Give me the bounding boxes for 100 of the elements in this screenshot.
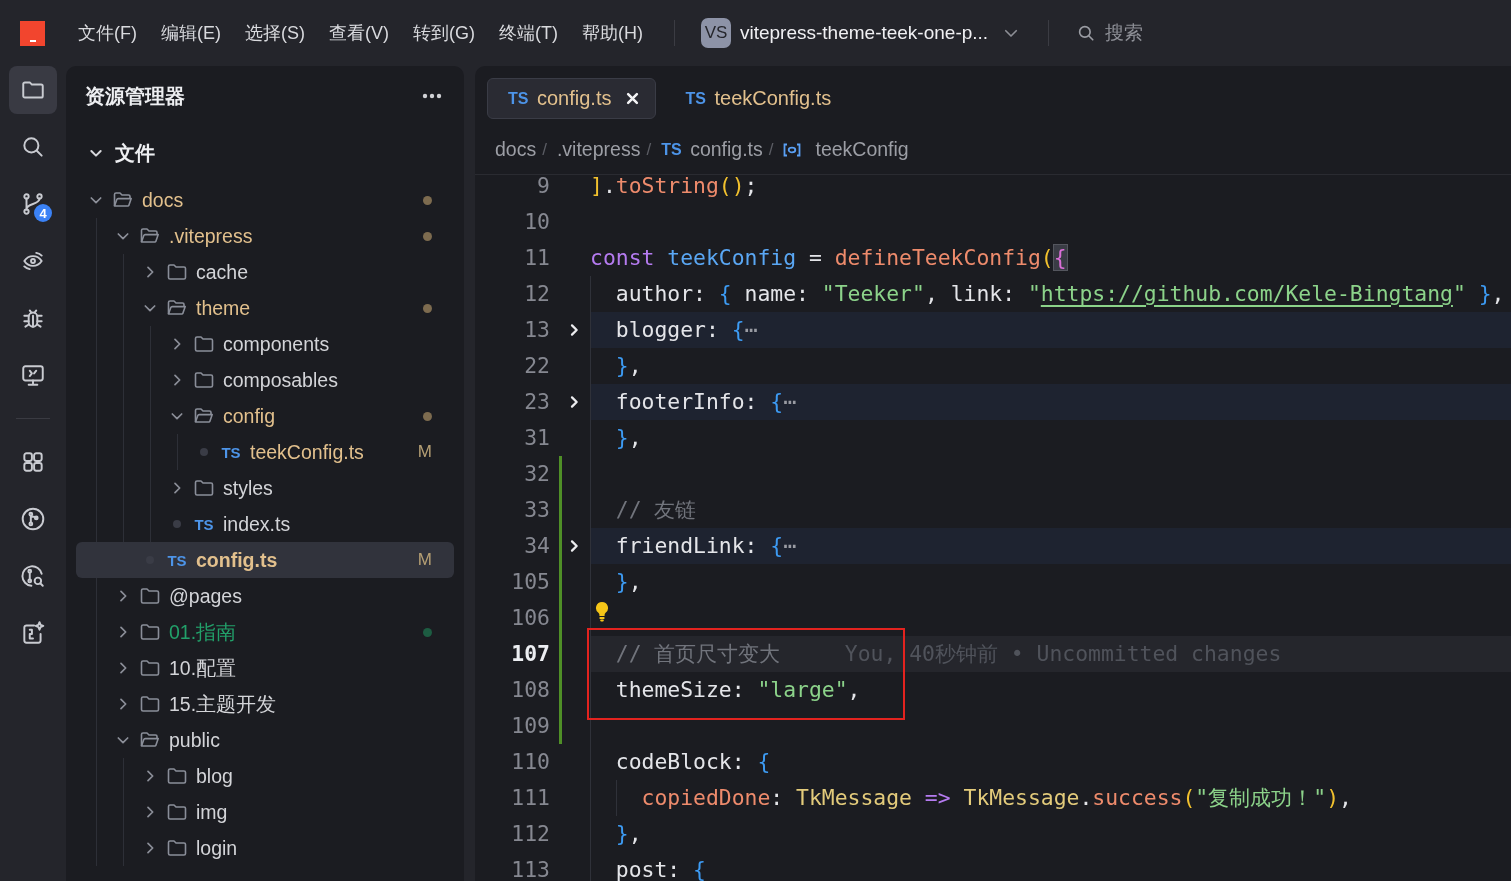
close-icon[interactable] bbox=[625, 91, 641, 106]
line-number: 9 bbox=[537, 175, 550, 197]
branch-icon bbox=[20, 191, 46, 217]
line-number: 22 bbox=[524, 355, 550, 377]
code-line: footerInfo: {⋯ bbox=[615, 391, 797, 413]
variable-symbol-icon bbox=[783, 142, 802, 157]
language-label: TS bbox=[167, 551, 187, 569]
tree-item[interactable]: 01.指南 bbox=[76, 614, 454, 650]
monitor-icon bbox=[20, 362, 46, 388]
app-logo-icon bbox=[20, 20, 45, 46]
tree-item[interactable]: 10.配置 bbox=[76, 650, 454, 686]
line-number: 31 bbox=[524, 427, 550, 449]
search-icon bbox=[20, 134, 46, 160]
line-number: 10 bbox=[524, 211, 550, 233]
activity-button[interactable]: 4 bbox=[9, 180, 57, 228]
tree-item[interactable]: TS index.ts bbox=[76, 506, 454, 542]
git-status-letter: M bbox=[417, 550, 432, 570]
line-number: 112 bbox=[511, 823, 550, 845]
line-number: 107 bbox=[511, 643, 550, 665]
breadcrumb-item[interactable]: config.ts bbox=[690, 138, 763, 161]
menu-item[interactable]: 查看(V) bbox=[329, 21, 389, 45]
line-number: 113 bbox=[511, 859, 550, 881]
lightbulb-icon[interactable] bbox=[595, 601, 609, 622]
language-label: TS bbox=[661, 140, 682, 159]
code-line: ].toString(); bbox=[590, 175, 758, 197]
line-number: 12 bbox=[524, 283, 550, 305]
line-number: 106 bbox=[511, 607, 550, 629]
code-line: }, bbox=[615, 823, 642, 845]
code-line: author: { name: "Teeker", link: "https://github.com/Kele-Bingtang" }, bbox=[615, 283, 1505, 305]
line-number: 23 bbox=[524, 391, 550, 413]
menu-item[interactable]: 编辑(E) bbox=[161, 21, 221, 45]
menu-item[interactable]: 转到(G) bbox=[413, 21, 475, 45]
dot-icon bbox=[173, 520, 181, 528]
breadcrumb-separator: / bbox=[542, 139, 547, 160]
breadcrumb-item[interactable]: docs bbox=[495, 138, 537, 161]
search-icon bbox=[1077, 24, 1096, 42]
line-number: 110 bbox=[511, 751, 550, 773]
language-label: TS bbox=[221, 443, 241, 461]
line-number: 34 bbox=[524, 535, 550, 557]
tree-item[interactable]: 15.主题开发 bbox=[76, 686, 454, 722]
search-field[interactable]: 搜索 bbox=[1105, 22, 1196, 44]
code-line: friendLink: {⋯ bbox=[615, 535, 797, 557]
tree-item[interactable]: composables bbox=[76, 362, 454, 398]
code-line: blogger: {⋯ bbox=[615, 319, 758, 341]
line-number: 108 bbox=[511, 679, 550, 701]
tree-item[interactable]: cache bbox=[76, 254, 454, 290]
panel-title: 资源管理器 bbox=[85, 83, 185, 109]
grid-icon bbox=[20, 449, 46, 475]
menu-item[interactable]: 选择(S) bbox=[245, 21, 305, 45]
branch-circle-icon bbox=[20, 506, 46, 532]
tree-item[interactable]: blog bbox=[76, 758, 454, 794]
language-label: TS bbox=[685, 89, 706, 108]
workspace-button[interactable]: VS vitepress-theme-teek-one-p... bbox=[700, 18, 1021, 48]
line-number: 105 bbox=[511, 571, 550, 593]
editor-tab[interactable]: TS teekConfig.ts bbox=[664, 78, 848, 119]
code-line: const teekConfig = defineTeekConfig({ bbox=[590, 247, 1067, 269]
tree-item[interactable]: TS teekConfig.ts M bbox=[76, 434, 454, 470]
notification-count: 4 bbox=[34, 204, 52, 222]
code-line: codeBlock: { bbox=[615, 751, 771, 773]
code-line: // 首页尺寸变大 bbox=[615, 643, 781, 665]
breadcrumb-separator: / bbox=[768, 139, 774, 160]
tree-item[interactable]: docs bbox=[76, 182, 454, 218]
menu-item[interactable]: 文件(F) bbox=[78, 21, 137, 45]
line-number: 32 bbox=[524, 463, 550, 485]
line-number: 13 bbox=[524, 319, 550, 341]
sparkle-document-icon bbox=[20, 620, 46, 646]
code-line: }, bbox=[615, 355, 642, 377]
line-number: 33 bbox=[524, 499, 550, 521]
tree-item[interactable]: components bbox=[76, 326, 454, 362]
menu-item[interactable]: 终端(T) bbox=[499, 21, 558, 45]
breadcrumb-item[interactable]: .vitepress bbox=[556, 138, 641, 161]
more-icon[interactable] bbox=[422, 93, 442, 99]
section-header[interactable]: 文件 bbox=[66, 135, 155, 171]
breadcrumb-item[interactable]: teekConfig bbox=[815, 138, 909, 161]
tree-item[interactable]: public bbox=[76, 722, 454, 758]
tree-item[interactable]: login bbox=[76, 830, 454, 866]
tree-item[interactable]: .vitepress bbox=[76, 218, 454, 254]
tree-item[interactable]: TS config.ts M bbox=[76, 542, 454, 578]
language-label: TS bbox=[194, 515, 214, 533]
code-line: post: { bbox=[615, 859, 706, 881]
tree-item[interactable]: img bbox=[76, 794, 454, 830]
tree-item[interactable]: theme bbox=[76, 290, 454, 326]
editor-tab[interactable]: TS config.ts bbox=[487, 78, 657, 119]
dot-icon bbox=[200, 448, 208, 456]
line-number: 111 bbox=[511, 787, 550, 809]
code-line: // 友链 bbox=[615, 499, 697, 521]
tree-item[interactable]: config bbox=[76, 398, 454, 434]
tree-item[interactable]: @pages bbox=[76, 578, 454, 614]
code-line: copiedDone: TkMessage => TkMessage.success("复制成功！"), bbox=[641, 787, 1352, 809]
menu-item[interactable]: 帮助(H) bbox=[581, 21, 643, 45]
workspace-badge: VS bbox=[700, 18, 731, 48]
code-line: themeSize: "large", bbox=[615, 679, 861, 701]
code-line: }, bbox=[615, 571, 642, 593]
line-number: 109 bbox=[511, 715, 550, 737]
tree-item[interactable]: styles bbox=[76, 470, 454, 506]
branch-magnifier-icon bbox=[20, 563, 46, 589]
breadcrumb-separator: / bbox=[646, 139, 652, 160]
language-label: TS bbox=[508, 89, 528, 108]
activity-button[interactable] bbox=[9, 66, 57, 114]
code-line: }, bbox=[615, 427, 642, 449]
